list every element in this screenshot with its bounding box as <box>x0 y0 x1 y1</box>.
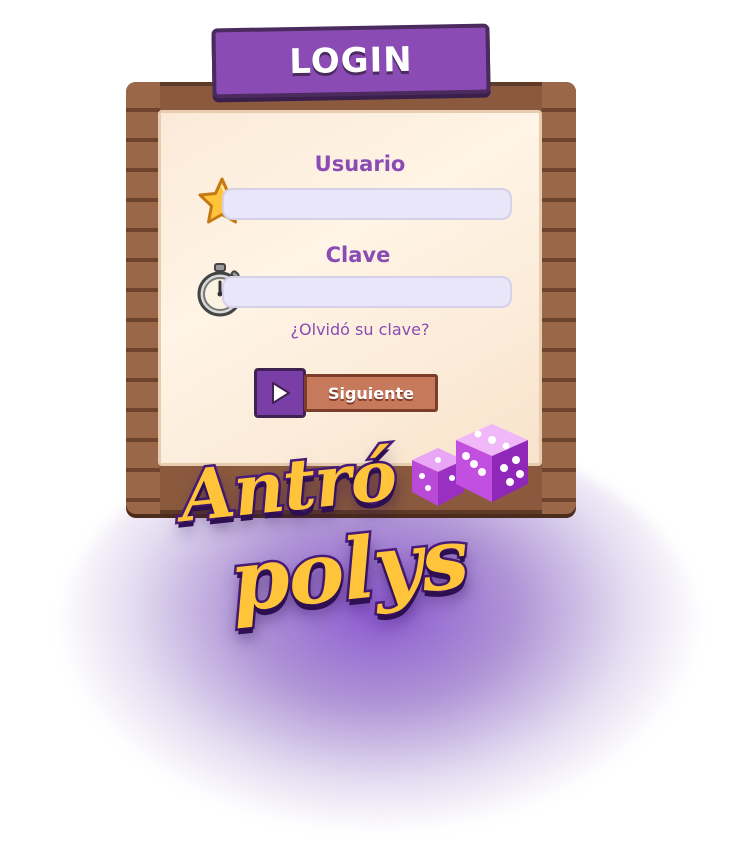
forgot-password-link[interactable]: ¿Olvidó su clave? <box>260 320 460 339</box>
password-input[interactable] <box>222 276 512 308</box>
next-button[interactable]: Siguiente <box>254 368 438 418</box>
password-label: Clave <box>325 243 391 267</box>
board-left-planks <box>126 82 160 514</box>
play-button-box[interactable] <box>254 368 306 418</box>
page-title: LOGIN <box>288 39 414 83</box>
dice-icon <box>412 424 528 506</box>
title-sign: LOGIN <box>211 23 491 99</box>
next-label-box[interactable]: Siguiente <box>304 374 438 412</box>
play-icon <box>272 382 290 404</box>
next-button-label: Siguiente <box>327 383 415 403</box>
username-input[interactable] <box>222 188 512 220</box>
game-logo: Antró polys <box>160 418 560 648</box>
username-label: Usuario <box>314 152 406 176</box>
